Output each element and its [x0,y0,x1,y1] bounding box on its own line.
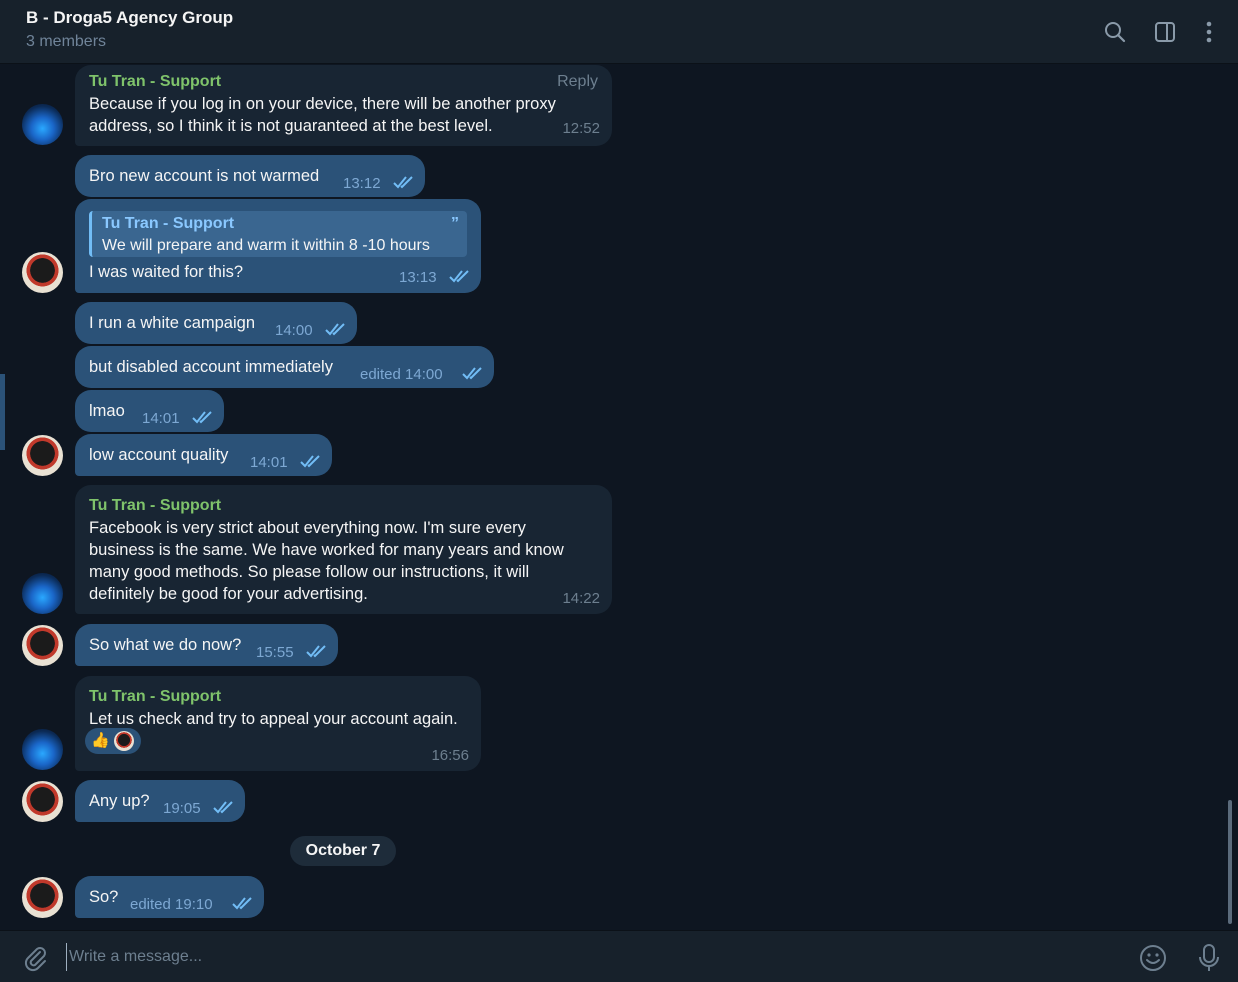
message-text: I was waited for this? [89,263,244,281]
message-input[interactable] [66,943,1106,971]
double-check-icon [449,270,469,283]
message-text: Bro new account is not warmed [89,167,320,185]
user-avatar[interactable] [22,625,63,666]
support-avatar[interactable] [22,104,63,145]
double-check-icon [325,323,345,336]
user-avatar[interactable] [22,877,63,918]
message-time: 12:52 [562,120,600,137]
message-bubble[interactable]: So? edited 19:10 [75,876,264,918]
chat-scrollbar[interactable] [1228,70,1233,926]
message-time: 14:00 [275,322,313,339]
double-check-icon [306,645,326,658]
message-bubble[interactable]: but disabled account immediately edited … [75,346,494,388]
message-text: definitely be good for your advertising. [89,585,368,603]
search-icon [1105,22,1126,43]
message-text: So what we do now? [89,636,242,654]
user-avatar[interactable] [22,435,63,476]
sidebar-toggle-button[interactable] [1151,18,1179,46]
user-avatar[interactable] [22,252,63,293]
message-text: address, so I think it is not guaranteed… [89,117,493,135]
message-time: edited 19:10 [130,896,213,913]
message-bubble[interactable]: low account quality 14:01 [75,434,332,476]
scrollbar-thumb[interactable] [1228,800,1232,924]
message-bubble[interactable]: Tu Tran - Support Let us check and try t… [75,676,481,771]
reaction-chip[interactable]: 👍 [85,728,141,754]
message-time: 19:05 [163,800,201,817]
message-text: Because if you log in on your device, th… [89,95,556,113]
more-vertical-icon [1206,21,1212,43]
more-options-button[interactable] [1195,18,1223,46]
support-avatar[interactable] [22,729,63,770]
search-button[interactable] [1101,18,1129,46]
message-text: Let us check and try to appeal your acco… [89,710,458,728]
message-bubble[interactable]: Bro new account is not warmed 13:12 [75,155,425,197]
message-time: 13:13 [399,269,437,286]
message-time: 16:56 [431,747,469,764]
message-bubble[interactable]: Tu Tran - Support We will prepare and wa… [75,199,481,293]
message-time: 15:55 [256,644,294,661]
selection-strip [0,374,5,450]
sender-name[interactable]: Tu Tran - Support [89,686,467,708]
quote-icon: ” [451,215,459,232]
message-bubble[interactable]: lmao 14:01 [75,390,224,432]
message-text: lmao [89,402,125,420]
double-check-icon [213,801,233,814]
chat-title[interactable]: B - Droga5 Agency Group [26,8,233,28]
double-check-icon [232,897,252,910]
microphone-icon[interactable] [1196,943,1222,973]
quote-text: We will prepare and warm it within 8 -10… [102,237,430,254]
emoji-icon[interactable] [1138,943,1168,973]
support-avatar[interactable] [22,573,63,614]
double-check-icon [192,411,212,424]
quote-sender: Tu Tran - Support [102,215,235,232]
message-text: Facebook is very strict about everything… [89,519,526,537]
sidebar-toggle-icon [1155,22,1175,42]
message-text: business is the same. We have worked for… [89,541,564,559]
message-bubble[interactable]: Tu Tran - Support Reply Because if you l… [75,65,612,146]
double-check-icon [300,455,320,468]
message-text: So? [89,888,119,906]
message-time: edited 14:00 [360,366,443,383]
message-bubble[interactable]: I run a white campaign 14:00 [75,302,357,344]
message-text: I run a white campaign [89,314,256,332]
reactor-avatar [113,731,134,751]
message-bubble[interactable]: Tu Tran - Support Facebook is very stric… [75,485,612,614]
message-time: 14:01 [250,454,288,471]
reply-button[interactable]: Reply [557,71,598,93]
message-text: but disabled account immediately [89,358,333,376]
message-time: 14:22 [562,590,600,607]
quoted-reply[interactable]: Tu Tran - Support We will prepare and wa… [89,211,467,257]
chat-header: B - Droga5 Agency Group 3 members [0,0,1238,64]
message-time: 13:12 [343,175,381,192]
composer-bar [0,930,1238,982]
message-text: Any up? [89,792,150,810]
sender-name[interactable]: Tu Tran - Support [89,495,598,517]
user-avatar[interactable] [22,781,63,822]
message-bubble[interactable]: Any up? 19:05 [75,780,245,822]
sender-name[interactable]: Tu Tran - Support [89,71,598,93]
member-count[interactable]: 3 members [26,33,106,51]
message-bubble[interactable]: So what we do now? 15:55 [75,624,338,666]
double-check-icon [393,176,413,189]
thumbs-up-icon: 👍 [91,732,110,749]
message-text: low account quality [89,446,229,464]
paperclip-icon[interactable] [20,943,50,973]
message-time: 14:01 [142,410,180,427]
message-text: many good methods. So please follow our … [89,563,530,581]
double-check-icon [462,367,482,380]
date-separator[interactable]: October 7 [290,836,396,866]
